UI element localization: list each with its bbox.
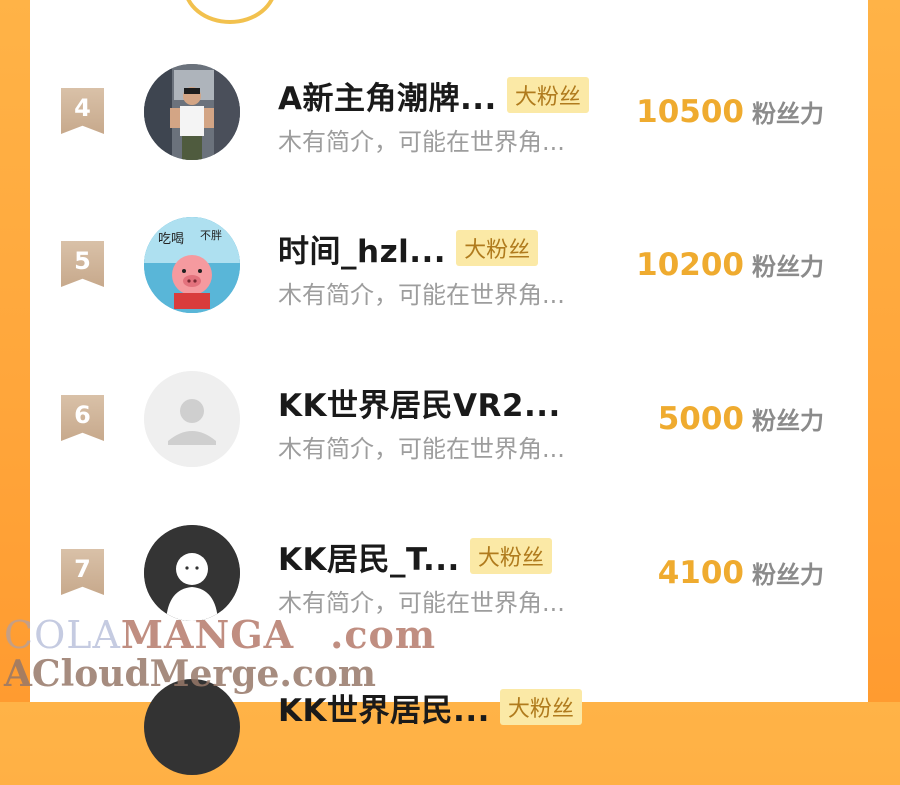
user-name-line: 时间_hzl... 大粉丝 bbox=[278, 226, 539, 271]
fan-score-unit: 粉丝力 bbox=[752, 407, 824, 435]
user-name-line: KK居民_T... 大粉丝 bbox=[278, 534, 552, 579]
avatar-text: 不胖 bbox=[200, 229, 222, 242]
fan-score-value: 10200 bbox=[636, 247, 744, 283]
fan-score: 5000 粉丝力 bbox=[658, 401, 824, 437]
avatar-partial[interactable] bbox=[183, 0, 277, 24]
watermark-text: .com bbox=[330, 612, 437, 657]
leaderboard-row[interactable]: 6 KK世界居民VR2... 木有简介，可能在世界角... 5000 粉丝力 bbox=[30, 357, 868, 477]
avatar[interactable]: 吃喝 不胖 bbox=[144, 217, 240, 313]
watermark-colamanga: COLAMANGA .com bbox=[4, 612, 436, 657]
user-name[interactable]: KK世界居民VR2... bbox=[278, 380, 561, 425]
fan-score-unit: 粉丝力 bbox=[752, 253, 824, 281]
fan-badge: 大粉丝 bbox=[469, 538, 552, 574]
user-bio: 木有简介，可能在世界角... bbox=[278, 435, 565, 463]
user-name[interactable]: 时间_hzl... bbox=[278, 226, 446, 271]
leaderboard-card: 4 A新主角潮牌... 大粉丝 木有简介，可能在世界角... 10500 粉丝力 bbox=[30, 0, 868, 775]
user-name[interactable]: KK居民_T... bbox=[278, 534, 460, 579]
fan-score-value: 4100 bbox=[657, 555, 744, 591]
user-name-line: KK世界居民VR2... bbox=[278, 380, 561, 425]
fan-score-value: 5000 bbox=[657, 401, 744, 437]
rank-badge: 7 bbox=[61, 549, 104, 595]
leaderboard-row[interactable]: 5 吃喝 不胖 时间_hzl... 大粉丝 木有简介，可能在世界角... 102… bbox=[30, 203, 868, 323]
fan-score: 10200 粉丝力 bbox=[636, 247, 824, 283]
watermark-acloudmerge: ACloudMerge.com bbox=[4, 653, 376, 695]
fan-badge: 大粉丝 bbox=[506, 77, 589, 113]
watermark-text: MANGA bbox=[120, 612, 295, 657]
user-name[interactable]: A新主角潮牌... bbox=[278, 73, 497, 118]
user-name-line: A新主角潮牌... 大粉丝 bbox=[278, 73, 589, 118]
fan-badge: 大粉丝 bbox=[456, 230, 539, 266]
fan-score-value: 10500 bbox=[636, 94, 744, 130]
fan-score: 4100 粉丝力 bbox=[658, 555, 824, 591]
rank-badge: 5 bbox=[61, 241, 104, 287]
rank-badge: 6 bbox=[61, 395, 104, 441]
fan-score-unit: 粉丝力 bbox=[752, 100, 824, 128]
avatar[interactable] bbox=[144, 64, 240, 160]
fan-badge: 大粉丝 bbox=[499, 689, 582, 725]
watermark-text: COLA bbox=[4, 613, 121, 657]
default-avatar-icon[interactable] bbox=[144, 371, 240, 467]
leaderboard-row[interactable]: 4 A新主角潮牌... 大粉丝 木有简介，可能在世界角... 10500 粉丝力 bbox=[30, 50, 868, 170]
fan-score-unit: 粉丝力 bbox=[752, 561, 824, 589]
user-bio: 木有简介，可能在世界角... bbox=[278, 128, 565, 156]
avatar-text: 吃喝 bbox=[158, 231, 184, 247]
avatar[interactable] bbox=[144, 525, 240, 621]
user-bio: 木有简介，可能在世界角... bbox=[278, 281, 565, 309]
fan-score: 10500 粉丝力 bbox=[636, 94, 824, 130]
rank-badge: 4 bbox=[61, 88, 104, 134]
